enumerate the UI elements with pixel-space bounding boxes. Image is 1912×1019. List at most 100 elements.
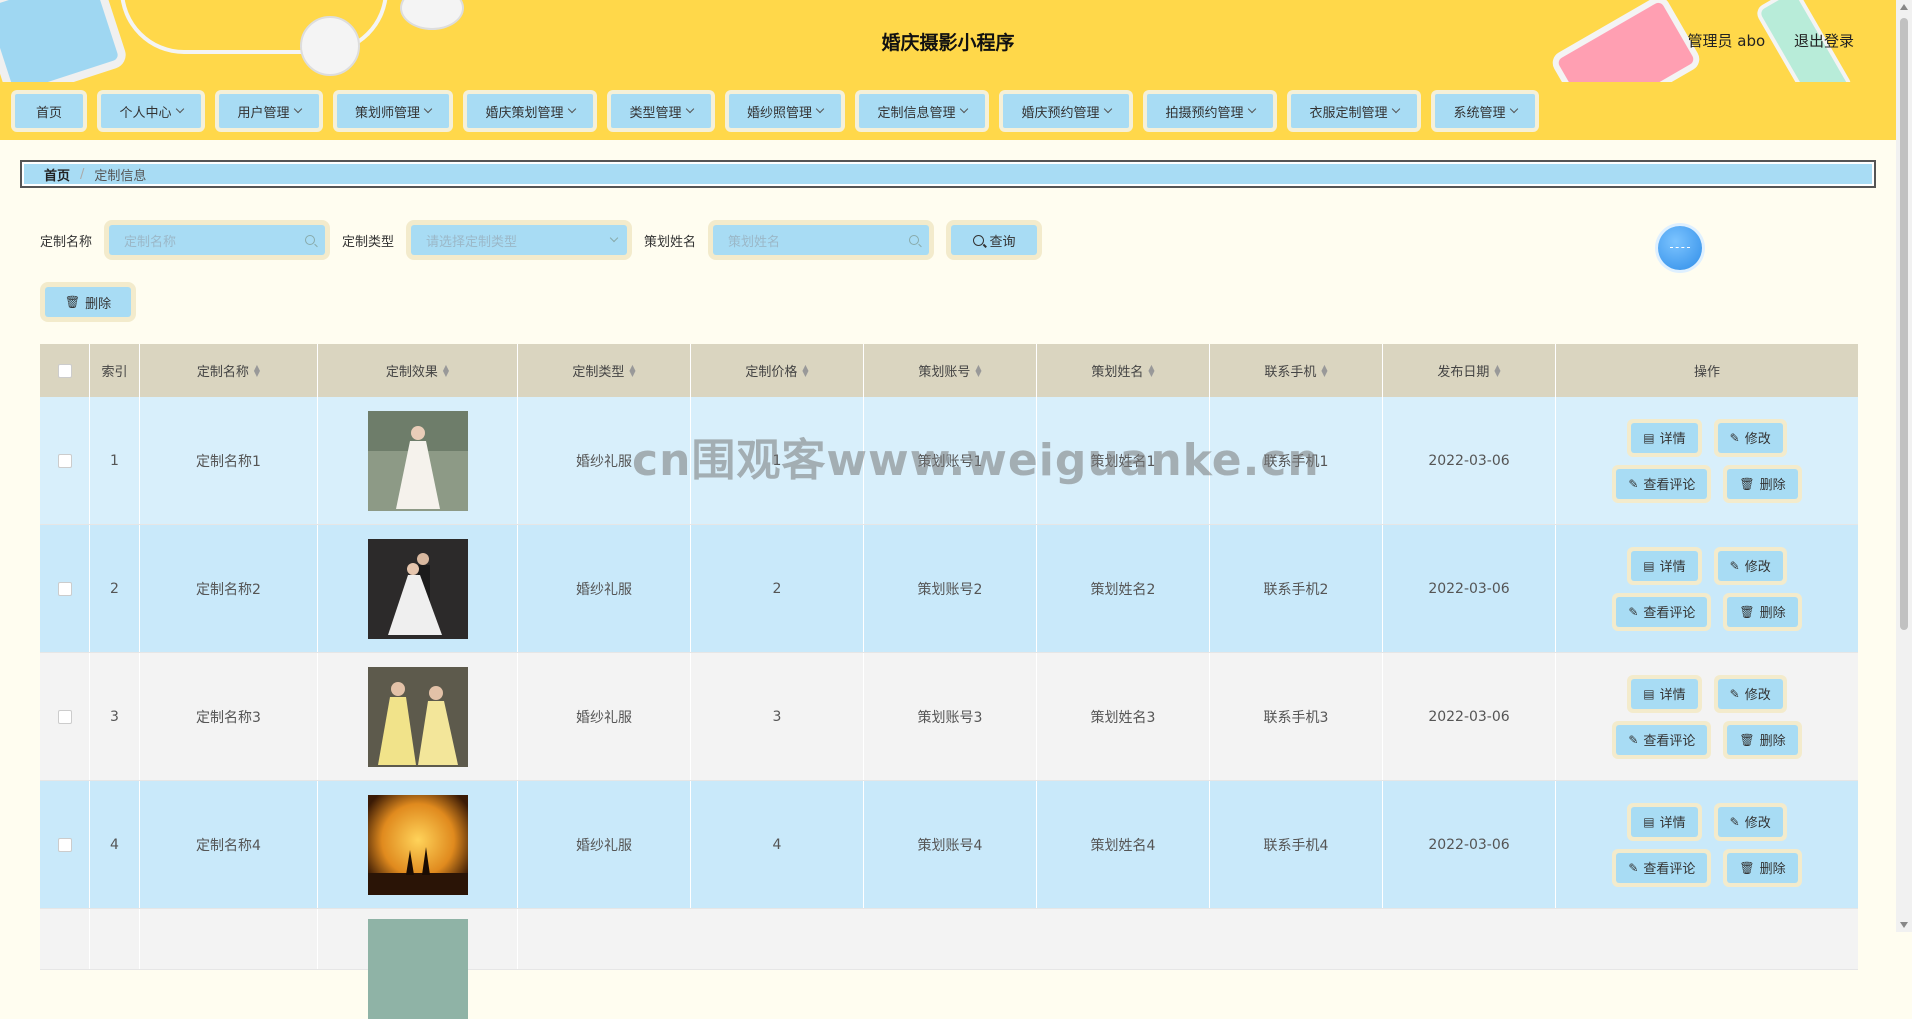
- sort-icon: ▲ ▼: [975, 362, 982, 378]
- sort-icon: ▲ ▼: [1148, 362, 1155, 378]
- col-name[interactable]: 定制名称 ▲ ▼: [140, 344, 318, 397]
- edit-button[interactable]: ✎ 修改: [1717, 806, 1783, 837]
- detail-button[interactable]: ▤ 详情: [1631, 422, 1698, 453]
- view-comments-button[interactable]: ✎ 查看评论: [1616, 852, 1708, 883]
- sort-icon: ▲ ▼: [629, 362, 636, 378]
- scrollbar-thumb[interactable]: [1900, 18, 1908, 630]
- col-planner[interactable]: 策划姓名 ▲ ▼: [1037, 344, 1210, 397]
- edit-icon: ✎: [1628, 732, 1639, 747]
- wedding-photo-thumbnail[interactable]: [367, 538, 468, 639]
- custom-name-input-wrap: 定制名称: [104, 220, 331, 260]
- edit-button[interactable]: ✎ 修改: [1717, 678, 1783, 709]
- user-area: 管理员 abo 退出登录: [1664, 30, 1854, 51]
- table-row: 2 定制名称2 婚纱礼服 2 策划账号2 策划姓名2 联系手机2 2022-03…: [40, 525, 1858, 653]
- edit-button[interactable]: ✎ 修改: [1717, 550, 1783, 581]
- chevron-down-icon: [175, 104, 184, 114]
- row-checkbox[interactable]: [57, 581, 72, 596]
- col-phone[interactable]: 联系手机 ▲ ▼: [1210, 344, 1383, 397]
- index-cell: [90, 909, 140, 969]
- index-cell: 3: [90, 653, 140, 780]
- delete-button[interactable]: 🗑 删除: [1727, 724, 1798, 755]
- nav-item-personal-center[interactable]: 个人中心: [97, 90, 205, 132]
- wedding-photo-thumbnail[interactable]: [367, 666, 468, 767]
- document-icon: ▤: [1643, 686, 1655, 701]
- detail-button[interactable]: ▤ 详情: [1631, 806, 1698, 837]
- name-cell: 定制名称2: [140, 525, 318, 652]
- search-bar: 定制名称 定制名称 定制类型 请选择定制类型 策划姓名 策划姓名 查询: [40, 220, 1043, 260]
- nav-item-planner-management[interactable]: 策划师管理: [333, 90, 453, 132]
- edit-icon: ✎: [1729, 558, 1740, 573]
- detail-button[interactable]: ▤ 详情: [1631, 678, 1698, 709]
- account-cell: 策划账号4: [864, 781, 1037, 908]
- chevron-down-icon: [567, 104, 576, 114]
- trash-icon: 🗑: [1739, 604, 1755, 619]
- nav-item-wedding-planning[interactable]: 婚庆策划管理: [463, 90, 597, 132]
- col-effect[interactable]: 定制效果 ▲ ▼: [318, 344, 518, 397]
- detail-button[interactable]: ▤ 详情: [1631, 550, 1698, 581]
- col-date[interactable]: 发布日期 ▲ ▼: [1383, 344, 1556, 397]
- index-cell: 2: [90, 525, 140, 652]
- scroll-down-icon[interactable]: [1900, 922, 1908, 928]
- col-actions: 操作: [1693, 365, 1720, 380]
- name-cell: 定制名称3: [140, 653, 318, 780]
- view-comments-button[interactable]: ✎ 查看评论: [1616, 724, 1708, 755]
- nav-item-home[interactable]: 首页: [11, 90, 87, 132]
- nav-item-type-management[interactable]: 类型管理: [607, 90, 715, 132]
- price-cell: 2: [691, 525, 864, 652]
- query-button[interactable]: 查询: [951, 225, 1038, 255]
- planner-cell: 策划姓名2: [1037, 525, 1210, 652]
- edit-icon: ✎: [1729, 814, 1740, 829]
- view-comments-button[interactable]: ✎ 查看评论: [1616, 596, 1708, 627]
- nav-item-wedding-photo[interactable]: 婚纱照管理: [725, 90, 845, 132]
- phone-cell: 联系手机4: [1210, 781, 1383, 908]
- planner-name-input[interactable]: 策划姓名: [713, 225, 930, 255]
- row-checkbox[interactable]: [57, 837, 72, 852]
- row-checkbox[interactable]: [57, 709, 72, 724]
- nav-item-wedding-booking[interactable]: 婚庆预约管理: [999, 90, 1133, 132]
- effect-cell: [318, 909, 518, 1019]
- edit-button[interactable]: ✎ 修改: [1717, 422, 1783, 453]
- delete-button[interactable]: 🗑 删除: [1727, 596, 1798, 627]
- col-price[interactable]: 定制价格 ▲ ▼: [691, 344, 864, 397]
- document-icon: ▤: [1643, 814, 1655, 829]
- breadcrumb: 首页 / 定制信息: [20, 160, 1876, 188]
- nav-item-user-management[interactable]: 用户管理: [215, 90, 323, 132]
- custom-name-input[interactable]: 定制名称: [109, 225, 326, 255]
- bulk-delete-button[interactable]: 🗑 删除: [45, 287, 131, 317]
- floating-action-ball[interactable]: [1658, 226, 1702, 270]
- breadcrumb-home[interactable]: 首页: [44, 165, 70, 184]
- col-account[interactable]: 策划账号 ▲ ▼: [864, 344, 1037, 397]
- custom-type-select-wrap: 请选择定制类型: [406, 220, 633, 260]
- nav-item-shoot-booking[interactable]: 拍摄预约管理: [1143, 90, 1277, 132]
- select-all-cell: [40, 344, 90, 397]
- scroll-up-icon[interactable]: [1900, 4, 1908, 10]
- wedding-photo-thumbnail[interactable]: [367, 794, 468, 895]
- name-cell: 定制名称1: [140, 397, 318, 524]
- type-cell: 婚纱礼服: [518, 781, 691, 908]
- chevron-down-icon: [609, 233, 619, 243]
- view-comments-button[interactable]: ✎ 查看评论: [1616, 468, 1708, 499]
- wedding-photo-thumbnail[interactable]: [367, 919, 468, 1019]
- row-select-cell: [40, 525, 90, 652]
- sort-icon: ▲ ▼: [442, 362, 450, 378]
- page-scrollbar[interactable]: [1896, 0, 1912, 932]
- index-cell: 4: [90, 781, 140, 908]
- delete-button[interactable]: 🗑 删除: [1727, 468, 1798, 499]
- row-checkbox[interactable]: [57, 453, 72, 468]
- delete-button[interactable]: 🗑 删除: [1727, 852, 1798, 883]
- nav-item-custom-info[interactable]: 定制信息管理: [855, 90, 989, 132]
- col-type[interactable]: 定制类型 ▲ ▼: [518, 344, 691, 397]
- logout-link[interactable]: 退出登录: [1794, 32, 1854, 50]
- nav-item-system-management[interactable]: 系统管理: [1431, 90, 1539, 132]
- type-cell: 婚纱礼服: [518, 397, 691, 524]
- date-cell: 2022-03-06: [1383, 525, 1556, 652]
- wedding-photo-thumbnail[interactable]: [367, 410, 468, 511]
- document-icon: ▤: [1643, 558, 1655, 573]
- select-all-checkbox[interactable]: [57, 363, 72, 378]
- nav-item-clothes-custom[interactable]: 衣服定制管理: [1287, 90, 1421, 132]
- custom-type-select[interactable]: 请选择定制类型: [411, 225, 628, 255]
- price-cell: 1: [691, 397, 864, 524]
- account-cell: 策划账号2: [864, 525, 1037, 652]
- account-cell: 策划账号1: [864, 397, 1037, 524]
- breadcrumb-current: 定制信息: [94, 168, 147, 184]
